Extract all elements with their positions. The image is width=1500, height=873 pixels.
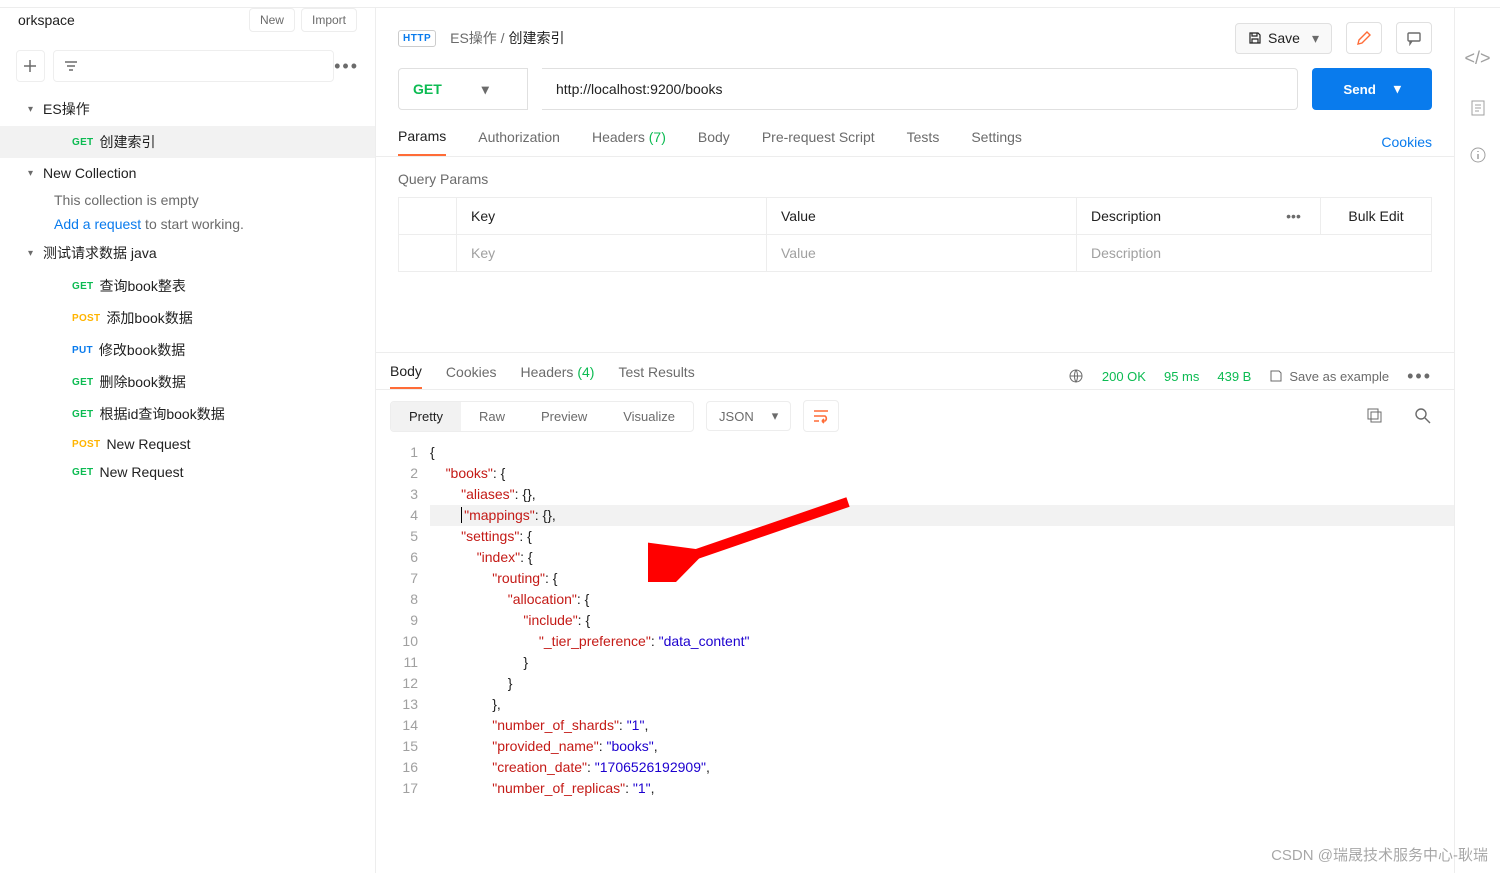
- url-input[interactable]: [542, 68, 1298, 110]
- cookies-link[interactable]: Cookies: [1381, 134, 1432, 150]
- view-mode-tabs: Pretty Raw Preview Visualize: [390, 401, 694, 432]
- request-item[interactable]: GETNew Request: [0, 458, 375, 486]
- method-select[interactable]: GET ▾: [398, 68, 528, 110]
- method-badge: POST: [72, 313, 100, 324]
- docs-icon[interactable]: [1469, 99, 1487, 117]
- collection-header[interactable]: ▾测试请求数据 java: [0, 236, 375, 270]
- description-input[interactable]: Description: [1077, 235, 1431, 271]
- col-value: Value: [767, 198, 1077, 234]
- status-code: 200 OK: [1102, 369, 1146, 384]
- tab-headers[interactable]: Headers (7): [592, 129, 666, 155]
- save-icon: [1248, 31, 1262, 45]
- comment-icon: [1406, 30, 1422, 46]
- edit-button[interactable]: [1346, 22, 1382, 54]
- request-item[interactable]: GET创建索引: [0, 126, 375, 158]
- more-icon[interactable]: •••: [1267, 198, 1321, 234]
- send-button[interactable]: Send ▾: [1312, 68, 1432, 110]
- comments-button[interactable]: [1396, 22, 1432, 54]
- http-badge: HTTP: [398, 30, 436, 47]
- method-badge: GET: [72, 281, 93, 292]
- collection-header[interactable]: ▾New Collection: [0, 158, 375, 188]
- add-request-link[interactable]: Add a request: [54, 216, 141, 232]
- col-description: Description: [1077, 198, 1267, 234]
- method-badge: PUT: [72, 345, 93, 356]
- view-preview[interactable]: Preview: [523, 402, 605, 431]
- key-input[interactable]: Key: [457, 235, 767, 271]
- tab-settings[interactable]: Settings: [971, 129, 1022, 155]
- tab-prerequest[interactable]: Pre-request Script: [762, 129, 875, 155]
- pencil-icon: [1356, 30, 1372, 46]
- new-button[interactable]: New: [249, 8, 295, 32]
- method-badge: GET: [72, 409, 93, 420]
- add-collection-button[interactable]: [16, 50, 45, 82]
- chevron-down-icon: ▾: [28, 168, 33, 179]
- save-icon: [1269, 369, 1283, 383]
- response-body[interactable]: 1234567891011121314151617 { "books": { "…: [376, 442, 1454, 873]
- request-item[interactable]: PUT修改book数据: [0, 334, 375, 366]
- more-icon[interactable]: •••: [334, 56, 359, 77]
- request-item[interactable]: POST添加book数据: [0, 302, 375, 334]
- chevron-down-icon: ▾: [1312, 30, 1319, 47]
- chevron-down-icon: ▾: [482, 81, 489, 98]
- view-raw[interactable]: Raw: [461, 402, 523, 431]
- globe-icon[interactable]: [1068, 368, 1084, 384]
- query-params-title: Query Params: [376, 157, 1454, 197]
- watermark: CSDN @瑞晟技术服务中心-耿瑞: [1271, 844, 1488, 865]
- query-params-table: Key Value Description ••• Bulk Edit Key …: [398, 197, 1432, 272]
- tab-body[interactable]: Body: [698, 129, 730, 155]
- code-icon[interactable]: </>: [1464, 48, 1490, 69]
- search-icon[interactable]: [1414, 407, 1432, 425]
- method-badge: POST: [72, 439, 100, 450]
- resp-tab-body[interactable]: Body: [390, 363, 422, 389]
- workspace-label: orkspace: [18, 12, 75, 28]
- save-button[interactable]: Save ▾: [1235, 23, 1332, 54]
- chevron-down-icon: ▾: [772, 408, 779, 424]
- plus-icon: [23, 59, 37, 73]
- format-select[interactable]: JSON ▾: [706, 401, 791, 431]
- tab-params[interactable]: Params: [398, 128, 446, 156]
- wrap-icon: [812, 408, 830, 424]
- sidebar: orkspace New Import ••• ▾ES操作GET创建索引▾New…: [0, 8, 376, 873]
- request-item[interactable]: GET删除book数据: [0, 366, 375, 398]
- status-size: 439 B: [1217, 369, 1251, 384]
- request-item[interactable]: POSTNew Request: [0, 430, 375, 458]
- copy-icon[interactable]: [1366, 407, 1384, 425]
- resp-tab-headers[interactable]: Headers (4): [521, 364, 595, 388]
- resp-tab-tests[interactable]: Test Results: [618, 364, 694, 388]
- info-icon[interactable]: [1470, 147, 1486, 163]
- request-content: HTTP ES操作 / 创建索引 Save ▾ GET ▾: [376, 8, 1454, 873]
- col-key: Key: [457, 198, 767, 234]
- request-item[interactable]: GET根据id查询book数据: [0, 398, 375, 430]
- breadcrumb: ES操作 / 创建索引: [450, 28, 564, 48]
- chevron-down-icon: ▾: [1394, 81, 1401, 97]
- view-visualize[interactable]: Visualize: [605, 402, 693, 431]
- more-icon[interactable]: •••: [1407, 366, 1432, 387]
- method-badge: GET: [72, 467, 93, 478]
- method-badge: GET: [72, 377, 93, 388]
- wrap-lines-button[interactable]: [803, 400, 839, 432]
- response-tabs: Body Cookies Headers (4) Test Results 20…: [376, 353, 1454, 390]
- request-tabs: Params Authorization Headers (7) Body Pr…: [376, 110, 1454, 157]
- filter-icon: [64, 59, 78, 73]
- filter-button[interactable]: [53, 50, 334, 82]
- bulk-edit-button[interactable]: Bulk Edit: [1321, 198, 1431, 234]
- request-item[interactable]: GET查询book整表: [0, 270, 375, 302]
- right-sidebar: </>: [1454, 8, 1500, 873]
- save-as-example-button[interactable]: Save as example: [1269, 369, 1389, 384]
- value-input[interactable]: Value: [767, 235, 1077, 271]
- method-badge: GET: [72, 137, 93, 148]
- import-button[interactable]: Import: [301, 8, 357, 32]
- collection-header[interactable]: ▾ES操作: [0, 92, 375, 126]
- tab-tests[interactable]: Tests: [907, 129, 940, 155]
- view-pretty[interactable]: Pretty: [391, 402, 461, 431]
- resp-tab-cookies[interactable]: Cookies: [446, 364, 497, 388]
- top-tabs-bar: [0, 0, 1500, 8]
- tab-authorization[interactable]: Authorization: [478, 129, 560, 155]
- chevron-down-icon: ▾: [28, 104, 33, 115]
- chevron-down-icon: ▾: [28, 248, 33, 259]
- status-time: 95 ms: [1164, 369, 1199, 384]
